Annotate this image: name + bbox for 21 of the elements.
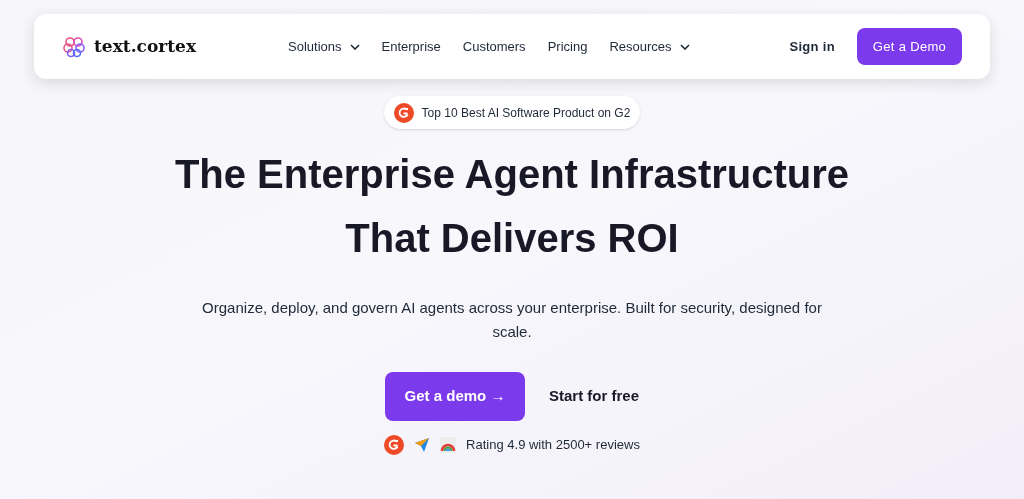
chevron-down-icon [349, 43, 360, 50]
g2-logo-icon [384, 435, 405, 455]
nav-link[interactable]: Enterprise [381, 36, 441, 57]
badge-text: Top 10 Best AI Software Product on G2 [421, 104, 631, 122]
nav-link[interactable]: Solutions [288, 36, 360, 57]
subtitle: Organize, deploy, and govern AI agents across your enterprise. Built for security, designed for scale. [201, 298, 823, 342]
chevron-down-icon [679, 43, 690, 50]
sign-in-link[interactable]: Sign in [789, 36, 835, 57]
brain-logo-icon [62, 35, 86, 58]
nav-link[interactable]: Resources [609, 36, 690, 57]
rainbow-icon [440, 437, 457, 453]
start-free-link[interactable]: Start for free [549, 385, 639, 408]
headline: The Enterprise Agent Infrastructure That Delivers ROI [174, 151, 850, 262]
rating-text: Rating 4.9 with 2500+ reviews [466, 436, 640, 455]
nav-link[interactable]: Pricing [547, 36, 588, 57]
get-demo-button[interactable]: Get a Demo [857, 28, 962, 65]
paper-plane-icon [414, 437, 431, 453]
get-demo-button[interactable]: Get a demo → [385, 372, 525, 421]
g2-logo-icon [393, 102, 414, 123]
nav-link[interactable]: Customers [462, 36, 526, 57]
brand-name[interactable]: text.cortex [94, 33, 197, 60]
